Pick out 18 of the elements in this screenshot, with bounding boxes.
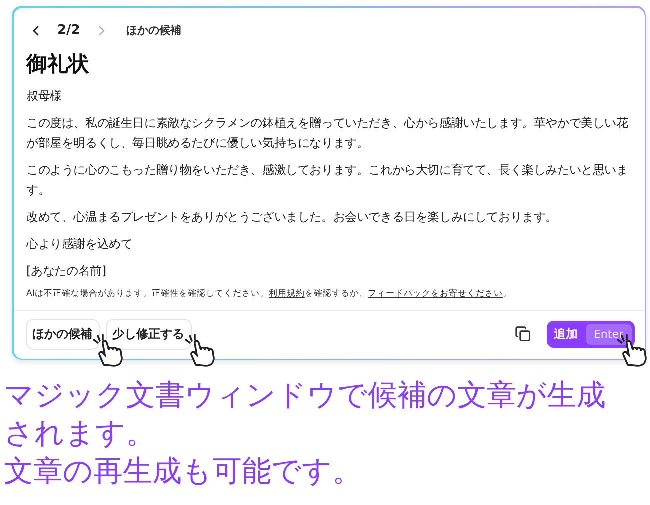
paragraph: このように心のこもった贈り物をいただき、感激しております。これから大切に育てて、長く楽しみたいと思います。 bbox=[26, 162, 630, 198]
key-hint: Enter bbox=[586, 324, 632, 344]
page-counter: 2/2 bbox=[58, 23, 80, 38]
option-button[interactable]: ほかの候補 bbox=[26, 318, 100, 350]
nav-label: ほかの候補 bbox=[126, 23, 182, 38]
document-title: 御礼状 bbox=[26, 50, 90, 78]
paragraph: 改めて、心温まるプレゼントをありがとうございました。お会いできる日を楽しみにしております。 bbox=[26, 208, 559, 226]
paragraph: [あなたの名前] bbox=[26, 262, 108, 280]
paragraph: この度は、私の誕生日に素敵なシクラメンの鉢植えを贈っていただき、心から感謝いたします。華やかで美しい花が部屋を明るくし、毎日眺めるたびに優しい気持ちになります。 bbox=[26, 114, 630, 152]
disclaimer-link[interactable]: 利用規約 bbox=[268, 288, 305, 298]
paragraph: 心より感謝を込めて bbox=[26, 236, 134, 252]
disclaimer: AIは不正確な場合があります。正確性を確認してください。利用規約 を確認するか、フィードバックをお寄せください。 bbox=[26, 288, 513, 300]
disclaimer-link[interactable]: フィードバックをお寄せください bbox=[368, 288, 503, 298]
add-button[interactable]: 追加 Enter bbox=[546, 320, 634, 348]
caption: マジック文書ウィンドウで候補の文章が生成されます。 bbox=[4, 377, 607, 452]
caption: 文章の再生成も可能です。 bbox=[4, 453, 363, 490]
option-button[interactable]: 少し修正する bbox=[106, 318, 192, 350]
paragraph: 叔母様 bbox=[26, 88, 63, 104]
